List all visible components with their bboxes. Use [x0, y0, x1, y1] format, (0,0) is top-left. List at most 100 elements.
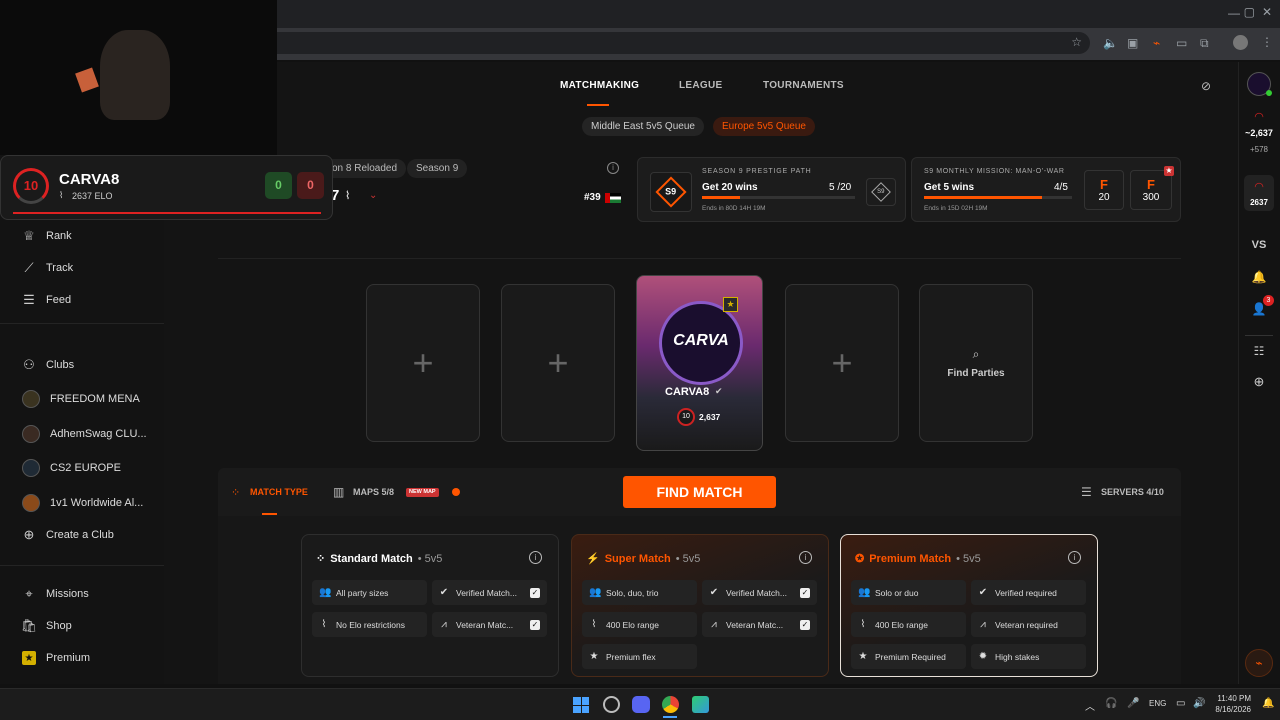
checkbox-checked[interactable]: ✓ — [800, 619, 810, 630]
mission-reward-1: F 20 — [1084, 170, 1124, 210]
party-slot-empty[interactable]: + — [785, 284, 899, 442]
stakes-icon: ✹ — [978, 651, 988, 662]
clock-time[interactable]: 11:40 PM — [1215, 694, 1251, 703]
chrome-icon[interactable] — [662, 696, 679, 713]
club-item[interactable]: 1v1 Worldwide Al... — [22, 494, 143, 512]
info-icon[interactable]: i — [799, 551, 812, 564]
profile-avatar[interactable] — [1233, 35, 1248, 50]
club-avatar — [22, 425, 40, 443]
feed-icon: ☰ — [23, 292, 35, 307]
checkbox-checked[interactable]: ✓ — [530, 619, 540, 630]
divider — [0, 323, 164, 324]
feature-verified[interactable]: ✔ Verified Match... ✓ — [432, 580, 547, 605]
app-icon[interactable] — [603, 696, 620, 713]
tab-search-icon[interactable]: ▭ — [1176, 36, 1187, 50]
chevron-up-icon[interactable]: ︿ — [1085, 698, 1095, 713]
party-slot-empty[interactable]: + — [366, 284, 480, 442]
close-icon[interactable]: ✕ — [1262, 5, 1272, 19]
premium-match-card[interactable]: ✪ Premium Match • 5v5 i 👥 Solo or duo ✔ Veri… — [840, 534, 1098, 677]
notifications-off-icon[interactable]: ⊘ — [1201, 79, 1211, 93]
super-match-card[interactable]: ⚡ Super Match • 5v5 i 👥 Solo, duo, trio ✔ Ve… — [571, 534, 829, 677]
leaderboard-position: #39 — [584, 192, 601, 203]
sidebar-item-track[interactable]: ⟋ Track — [22, 260, 73, 275]
extension-icon[interactable]: ▣ — [1127, 36, 1138, 50]
menu-icon[interactable]: ⋮ — [1261, 35, 1273, 49]
queue-europe[interactable]: Europe 5v5 Queue — [713, 117, 815, 136]
club-item[interactable]: AdhemSwag CLU... — [22, 425, 147, 443]
chevron-down-icon[interactable]: ⌄ — [369, 190, 377, 201]
sidebar-item-rank[interactable]: ♕ Rank — [22, 228, 72, 243]
plus-circle-icon[interactable]: ⊕ — [1238, 374, 1280, 390]
season-label[interactable]: Season 9 — [407, 159, 468, 178]
standard-match-card[interactable]: ⁘ Standard Match • 5v5 i 👥 All party sizes … — [301, 534, 559, 677]
parties-icon[interactable]: ☷ — [1238, 344, 1280, 358]
mission-progress-fill — [924, 196, 1043, 199]
headset-icon[interactable]: 🎧 — [1105, 698, 1117, 709]
prestige-path-card[interactable]: S9 SEASON 9 PRESTIGE PATH Get 20 wins 5 … — [637, 157, 906, 222]
vs-button[interactable]: VS — [1238, 239, 1280, 251]
find-parties-slot[interactable]: ⌕ Find Parties — [919, 284, 1033, 442]
clock-date[interactable]: 8/16/2026 — [1210, 705, 1251, 714]
queue-middle-east[interactable]: Middle East 5v5 Queue — [582, 117, 704, 136]
monthly-mission-card[interactable]: S9 MONTHLY MISSION: MAN-O'-WAR Get 5 win… — [911, 157, 1181, 222]
windows-start-icon[interactable] — [573, 697, 589, 713]
create-club-button[interactable]: ⊕ Create a Club — [22, 527, 114, 542]
sidebar-item-missions[interactable]: ⌖ Missions — [22, 586, 88, 601]
club-item[interactable]: FREEDOM MENA — [22, 390, 140, 408]
webcam-feed — [0, 0, 277, 155]
feature-elo: ⌇ 400 Elo range — [582, 612, 697, 637]
sidebar-item-shop[interactable]: 🛍 Shop — [21, 618, 72, 633]
servers-tab[interactable]: SERVERS 4/10 — [1101, 487, 1164, 497]
microphone-icon[interactable]: 🎤 — [1127, 698, 1139, 709]
standard-match-title: Standard Match — [330, 552, 413, 565]
elo-icon: ⌇ — [860, 619, 866, 630]
player-avatar: CARVA — [659, 301, 743, 385]
tab-matchmaking[interactable]: MATCHMAKING — [560, 80, 639, 91]
volume-icon[interactable]: 🔊 — [1193, 698, 1205, 709]
new-indicator-dot — [452, 488, 460, 496]
notification-center-icon[interactable]: 🔔 — [1262, 698, 1274, 709]
checkbox-checked[interactable]: ✓ — [800, 587, 810, 598]
language-indicator[interactable]: ENG — [1149, 699, 1166, 708]
info-icon[interactable]: i — [607, 162, 619, 174]
party-slot-empty[interactable]: + — [501, 284, 615, 442]
faceit-extension-icon[interactable]: ⌁ — [1153, 36, 1160, 50]
match-type-tab[interactable]: MATCH TYPE — [250, 487, 308, 497]
find-match-button[interactable]: FIND MATCH — [623, 476, 776, 508]
sidebar-item-clubs[interactable]: ⚇ Clubs — [22, 357, 74, 372]
app-icon[interactable] — [692, 696, 709, 713]
tab-league[interactable]: LEAGUE — [679, 80, 722, 91]
info-icon[interactable]: i — [529, 551, 542, 564]
maps-tab[interactable]: MAPS 5/8 — [353, 487, 394, 497]
search-icon: ⌕ — [972, 347, 980, 361]
bookmark-star-icon[interactable]: ☆ — [1071, 35, 1082, 49]
plus-icon: + — [412, 342, 434, 383]
discord-icon[interactable] — [632, 696, 650, 713]
club-item[interactable]: CS2 EUROPE — [22, 459, 121, 477]
address-bar[interactable]: ☆ — [150, 32, 1090, 54]
feature-veteran[interactable]: ⩘ Veteran Matc... ✓ — [702, 612, 817, 637]
sidebar-item-premium[interactable]: ★ Premium — [22, 651, 90, 665]
friends-icon[interactable]: 👤 — [1238, 302, 1280, 316]
player-card[interactable]: CARVA ★ CARVA8 ✔ 10 2,637 — [636, 275, 763, 451]
minimize-icon[interactable]: — — [1228, 6, 1240, 20]
feature-veteran[interactable]: ⩘ Veteran Matc... ✓ — [432, 612, 547, 637]
tab-tournaments[interactable]: TOURNAMENTS — [763, 80, 844, 91]
feature-verified[interactable]: ✔ Verified Match... ✓ — [702, 580, 817, 605]
network-icon[interactable]: ▭ — [1176, 698, 1185, 709]
premium-star-icon: ★ — [723, 297, 738, 312]
veteran-icon: ⩘ — [980, 619, 986, 630]
puzzle-icon[interactable]: ⧉ — [1200, 36, 1209, 51]
faceit-points-icon: F — [1100, 177, 1108, 192]
faceit-logo-button[interactable]: ⌁ — [1245, 649, 1273, 677]
volume-icon[interactable]: 🔈 — [1103, 36, 1118, 50]
standard-match-icon: ⁘ — [316, 553, 326, 565]
maximize-icon[interactable]: ▢ — [1244, 5, 1255, 19]
checkbox-checked[interactable]: ✓ — [530, 587, 540, 598]
super-match-title: Super Match — [604, 552, 671, 565]
streamer-image — [100, 30, 170, 120]
sidebar-item-feed[interactable]: ☰ Feed — [22, 292, 71, 307]
info-icon[interactable]: i — [1068, 551, 1081, 564]
bell-icon[interactable]: 🔔 — [1238, 270, 1280, 284]
super-match-icon: ⚡ — [586, 553, 600, 565]
